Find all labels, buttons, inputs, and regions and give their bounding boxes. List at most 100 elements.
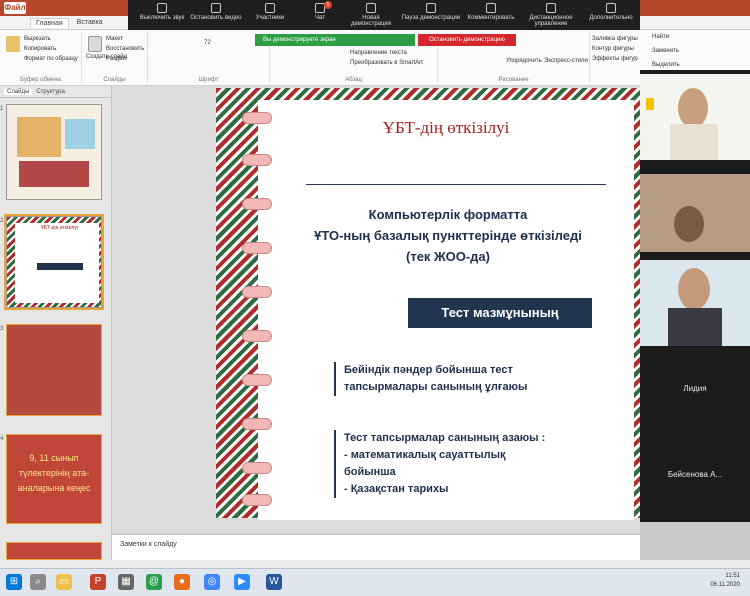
font-size-box[interactable]: 72 xyxy=(204,40,211,46)
slides-group: Создать слайд Макет Восстановить Раздел … xyxy=(82,32,148,84)
system-tray[interactable]: 11:51 06.11.2020 xyxy=(710,572,740,590)
spiral-ring xyxy=(242,154,272,166)
chat-button[interactable]: 5 Чат xyxy=(294,1,346,28)
pause-share-button[interactable]: Пауза демонстрации xyxy=(400,2,462,28)
microphone-icon xyxy=(157,3,167,13)
tab-home[interactable]: Главная xyxy=(30,17,69,28)
slide-format-heading[interactable]: Тест мазмұнының форматы: xyxy=(408,298,592,350)
thumbnail-text: 9, 11 сынып түлектерінің ата-аналарына к… xyxy=(17,453,91,493)
spiral-ring xyxy=(242,374,272,386)
slide-thumbnail-4[interactable]: 9, 11 сынып түлектерінің ата-аналарына к… xyxy=(6,434,102,524)
pencil-icon xyxy=(486,3,496,13)
text-direction-button[interactable]: Направление текста xyxy=(350,50,407,56)
current-slide[interactable]: ҰБТ-дің өткізілуі Компьютерлік форматта … xyxy=(216,88,646,520)
select-button[interactable]: Выделить xyxy=(652,62,680,68)
mail-icon[interactable]: @ xyxy=(146,574,162,590)
slide-block-2[interactable]: Тест тапсырмалар санының азаюы : - матем… xyxy=(334,430,554,498)
spiral-ring xyxy=(242,286,272,298)
zoom-icon[interactable]: ▶ xyxy=(234,574,250,590)
participant-body xyxy=(670,124,718,160)
slide-thumbnail-2[interactable]: ҰБТ-дің өткізілуі xyxy=(4,214,104,310)
slide-subtitle[interactable]: Компьютерлік форматта ҰТО-ның базалық пу… xyxy=(298,204,598,267)
search-icon[interactable]: ⌕ xyxy=(30,574,46,590)
folder-icon[interactable]: ▭ xyxy=(56,574,72,590)
replace-button[interactable]: Заменить xyxy=(652,48,679,54)
tab-slides[interactable]: Слайды xyxy=(4,88,33,95)
quick-styles-button[interactable]: Экспресс-стили xyxy=(544,58,588,64)
slide-thumbnail-5[interactable] xyxy=(6,542,102,560)
chrome-icon[interactable]: ◎ xyxy=(204,574,220,590)
thumb-number: 3 xyxy=(0,326,4,332)
slide-editor: ҰБТ-дің өткізілуі Компьютерлік форматта … xyxy=(112,86,646,534)
slide-thumbnail-1[interactable] xyxy=(6,104,102,200)
more-button[interactable]: Дополнительно xyxy=(584,2,638,28)
cut-button[interactable]: Вырезать xyxy=(24,36,51,42)
slides-pane: Слайды Структура 1 2 ҰБТ-дің өткізілуі 3… xyxy=(0,86,112,560)
format-painter-button[interactable]: Формат по образцу xyxy=(24,56,78,62)
block-2-line-1: Тест тапсырмалар санының азаюы : xyxy=(344,432,546,444)
video-tile-1[interactable] xyxy=(640,74,750,160)
subtitle-line-3: (тек ЖОО-да) xyxy=(406,249,490,264)
notes-pane[interactable]: Заметки к слайду xyxy=(112,534,640,560)
find-button[interactable]: Найти xyxy=(652,34,669,40)
video-tile-3[interactable] xyxy=(640,260,750,346)
stop-share-button[interactable]: Остановить демонстрацию xyxy=(418,34,516,46)
start-icon[interactable]: ⊞ xyxy=(6,574,22,590)
powerpoint-icon[interactable]: P xyxy=(90,574,106,590)
more-icon xyxy=(606,3,616,13)
share-icon xyxy=(366,3,376,13)
firefox-icon[interactable]: ● xyxy=(174,574,190,590)
participant-name-only[interactable]: Бейсенова А... xyxy=(640,470,750,479)
spiral-ring xyxy=(242,462,272,474)
slide-title[interactable]: ҰБТ-дің өткізілуі xyxy=(258,118,634,138)
participant-face xyxy=(674,206,704,242)
subtitle-line-2: ҰТО-ның базалық пункттерінде өткізіледі xyxy=(314,228,582,243)
clipboard-group: Вырезать Копировать Формат по образцу Бу… xyxy=(0,32,82,84)
reset-button[interactable]: Восстановить xyxy=(106,46,144,52)
spiral-ring xyxy=(242,418,272,430)
arrange-button[interactable]: Упорядочить xyxy=(506,58,542,64)
people-icon xyxy=(265,3,275,13)
shape-effects-button[interactable]: Эффекты фигур xyxy=(592,56,638,62)
taskbar xyxy=(0,568,750,596)
copy-button[interactable]: Копировать xyxy=(24,46,56,52)
remote-control-button[interactable]: Дистанционное управление xyxy=(520,2,582,28)
thumbnail-image xyxy=(65,119,95,149)
mouse-icon xyxy=(546,3,556,13)
word-icon[interactable]: W xyxy=(266,574,282,590)
spiral-ring xyxy=(242,494,272,506)
slide-block-1[interactable]: Бейіндік пәндер бойынша тест тапсырмалар… xyxy=(334,362,554,396)
tab-insert[interactable]: Вставка xyxy=(77,19,103,26)
layout-button[interactable]: Макет xyxy=(106,36,123,42)
participant-face xyxy=(678,88,708,128)
block-2-line-3: - Қазақстан тарихы xyxy=(344,483,449,495)
thumbnail-image xyxy=(17,117,61,157)
chat-badge: 5 xyxy=(324,1,332,9)
slides-label: Слайды xyxy=(103,77,126,83)
new-slide-icon[interactable] xyxy=(88,36,102,52)
pause-icon xyxy=(426,3,436,13)
tab-outline[interactable]: Структура xyxy=(36,89,64,95)
sharing-banner: Вы демонстрируете экран xyxy=(255,34,415,46)
video-tile-2[interactable] xyxy=(640,174,750,252)
new-share-button[interactable]: Новая демонстрация xyxy=(342,2,400,28)
convert-smartart-button[interactable]: Преобразовать в SmartArt xyxy=(350,60,423,66)
mute-button[interactable]: Выключить звук xyxy=(136,2,188,28)
annotate-button[interactable]: Комментировать xyxy=(464,2,518,28)
participant-name-only[interactable]: Лидия xyxy=(640,384,750,393)
paragraph-label: Абзац xyxy=(345,77,362,83)
shape-outline-button[interactable]: Контур фигуры xyxy=(592,46,634,52)
participants-panel: Лидия Бейсенова А... xyxy=(640,70,750,522)
powerpoint-file-tab[interactable]: Файл xyxy=(4,2,26,14)
participants-button[interactable]: Участники xyxy=(244,2,296,28)
spiral-ring xyxy=(242,242,272,254)
calculator-icon[interactable]: ▦ xyxy=(118,574,134,590)
section-button[interactable]: Раздел xyxy=(106,56,126,62)
thumbnail-text xyxy=(7,325,101,333)
clipboard-label: Буфер обмена xyxy=(20,77,61,83)
paste-icon[interactable] xyxy=(6,36,20,52)
shape-fill-button[interactable]: Заливка фигуры xyxy=(592,36,638,42)
slide-thumbnail-3[interactable] xyxy=(6,324,102,416)
stop-video-button[interactable]: Остановить видео xyxy=(190,2,242,28)
thumb-number: 1 xyxy=(0,106,4,112)
